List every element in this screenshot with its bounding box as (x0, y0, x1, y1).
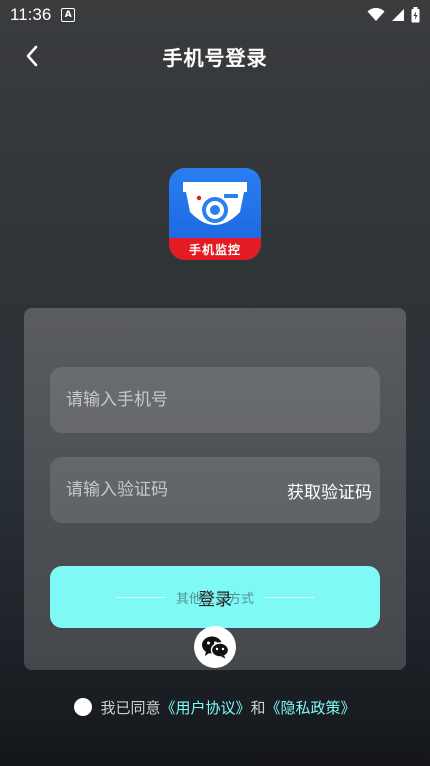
status-right (367, 7, 420, 23)
phone-input[interactable] (64, 389, 366, 411)
notification-a-icon: A (61, 8, 76, 22)
page-title: 手机号登录 (162, 45, 268, 70)
privacy-policy-link[interactable]: 《隐私政策》 (266, 697, 356, 718)
logo-badge: 手机监控 (169, 238, 261, 260)
get-code-button[interactable]: 获取验证码 (287, 478, 372, 503)
login-card: 获取验证码 登录 其他登录方式 (24, 308, 406, 670)
code-input[interactable] (64, 479, 287, 501)
back-button[interactable] (18, 42, 46, 70)
code-field-row: 获取验证码 (50, 457, 380, 523)
phone-field-row (50, 367, 380, 433)
agree-and: 和 (250, 698, 266, 717)
title-bar: 手机号登录 (0, 38, 430, 74)
status-time: 11:36 (10, 5, 52, 24)
signal-icon (392, 9, 404, 21)
wechat-login-button[interactable] (194, 626, 236, 668)
wechat-icon (202, 636, 229, 659)
agreement-row: 我已同意 《用户协议》 和 《隐私政策》 (0, 694, 430, 720)
status-bar: 11:36 A (0, 0, 430, 30)
battery-icon (411, 7, 420, 23)
wifi-icon (367, 8, 385, 21)
agree-prefix: 我已同意 (100, 698, 161, 717)
app-logo: 手机监控 (169, 168, 261, 260)
status-left: 11:36 A (10, 5, 76, 25)
user-agreement-link[interactable]: 《用户协议》 (160, 697, 250, 718)
chevron-left-icon (26, 45, 38, 67)
agree-radio[interactable] (74, 698, 93, 716)
login-button[interactable]: 登录 (50, 566, 380, 628)
